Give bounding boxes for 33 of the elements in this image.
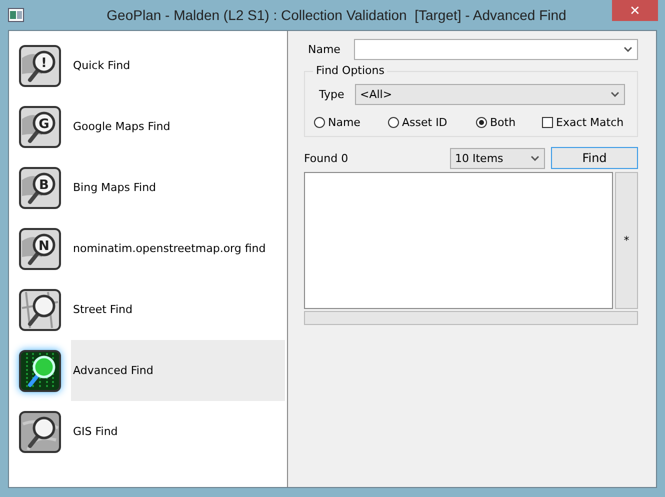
sidebar-item[interactable]: Google Maps Find <box>71 96 285 157</box>
sidebar-item[interactable]: GIS Find <box>71 401 285 462</box>
map-magnifier-icon <box>18 288 62 332</box>
sidebar-item[interactable]: nominatim.openstreetmap.org find <box>71 218 285 279</box>
magnifier-icon: B <box>18 166 62 210</box>
field-label: Name <box>307 42 342 56</box>
find-button[interactable]: Find <box>551 147 638 169</box>
caret-icon <box>531 156 539 160</box>
sidebar-item[interactable]: Street Find <box>71 279 285 340</box>
magnifier-icon: G <box>18 104 62 148</box>
radio-button[interactable]: Both <box>476 116 542 129</box>
close-button[interactable]: ✕ <box>612 0 658 21</box>
caret-icon <box>624 46 632 52</box>
found-count: Found 0 <box>304 152 350 164</box>
radio-button[interactable]: Name <box>314 116 388 129</box>
side-button[interactable]: * <box>615 172 638 309</box>
items-combo[interactable]: 10 Items <box>450 148 545 168</box>
checkbox[interactable]: Exact Match <box>542 116 624 129</box>
group-title: Find Options <box>313 64 388 77</box>
sidebar-item[interactable]: Bing Maps Find <box>71 157 285 218</box>
type-combo[interactable]: <All> <box>355 84 625 105</box>
magnifier-icon: N <box>18 226 62 270</box>
magnifier-icon <box>18 348 62 392</box>
radio-button[interactable]: Asset ID <box>388 116 476 129</box>
magnifier-icon: ! <box>18 44 62 88</box>
field-label: Type <box>319 88 346 101</box>
caret-icon <box>611 92 619 97</box>
app-icon <box>8 8 24 22</box>
sidebar-item[interactable]: Quick Find <box>71 35 285 96</box>
map-magnifier-icon <box>18 410 62 454</box>
name-combo[interactable] <box>354 38 638 60</box>
window-title: GeoPlan - Malden (L2 S1) : Collection Validation [Target] - Advanced Find <box>106 7 566 23</box>
sidebar-item[interactable]: Advanced Find <box>71 340 285 401</box>
